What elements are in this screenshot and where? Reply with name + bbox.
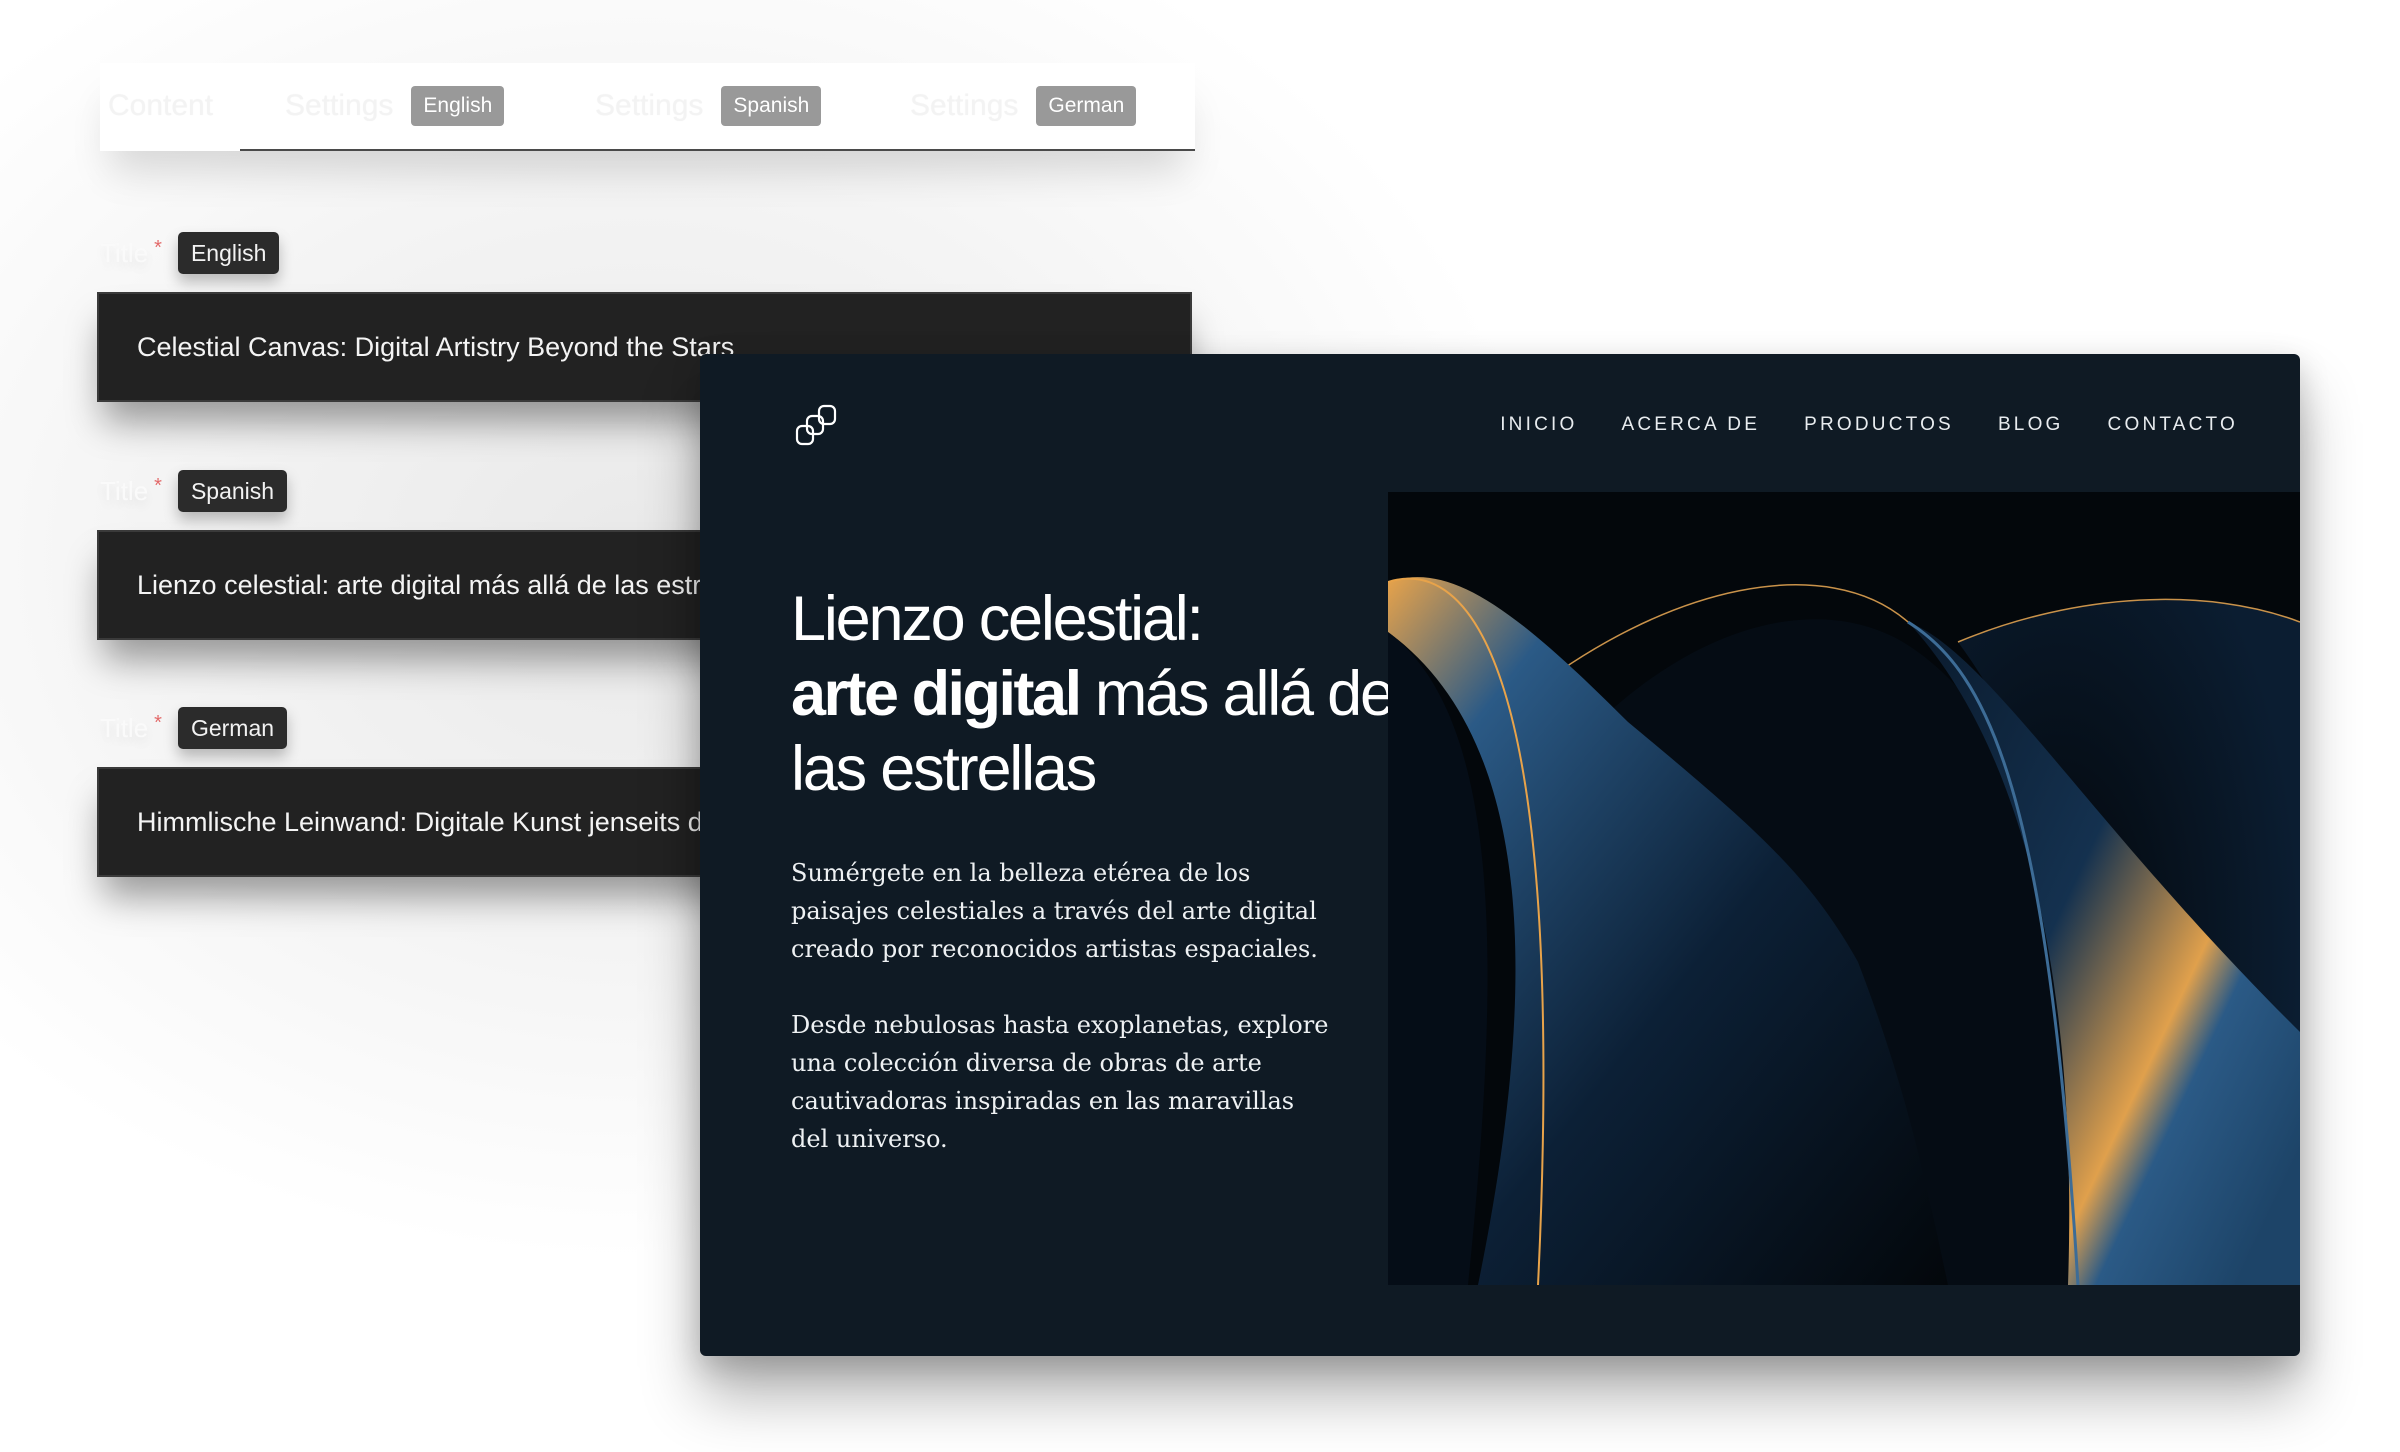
- hero-description: Sumérgete en la belleza etérea de los pa…: [791, 854, 1331, 1158]
- language-badge: Spanish: [721, 86, 822, 126]
- required-asterisk: *: [154, 711, 162, 734]
- hero-paragraph: Desde nebulosas hasta exoplanetas, explo…: [791, 1011, 1329, 1153]
- field-label-row: Title * English: [100, 232, 280, 274]
- language-badge: English: [411, 86, 505, 126]
- tab-label: Settings: [285, 89, 394, 122]
- tab-label: Content: [108, 89, 214, 122]
- field-label-row: Title * Spanish: [100, 470, 288, 512]
- required-asterisk: *: [154, 474, 162, 497]
- hero-artwork-image: [1388, 492, 2300, 1285]
- required-asterisk: *: [154, 236, 162, 259]
- tab-settings-german[interactable]: Settings German: [910, 63, 1137, 149]
- tab-label: Settings: [910, 89, 1019, 122]
- language-badge: English: [177, 232, 280, 274]
- website-preview: INICIO ACERCA DE PRODUCTOS BLOG CONTACTO…: [700, 354, 2300, 1356]
- tab-bar-divider: [240, 149, 1195, 151]
- linked-squares-logo-icon[interactable]: [795, 404, 837, 446]
- hero-title-line1: Lienzo celestial:: [791, 584, 1204, 654]
- nav-productos[interactable]: PRODUCTOS: [1804, 414, 1954, 436]
- field-label: Title: [100, 475, 149, 506]
- tab-settings-spanish[interactable]: Settings Spanish: [595, 63, 822, 149]
- nav-acerca-de[interactable]: ACERCA DE: [1621, 414, 1760, 436]
- field-label: Title: [100, 237, 149, 268]
- nav-inicio[interactable]: INICIO: [1500, 414, 1577, 436]
- tab-content[interactable]: Content: [108, 63, 213, 149]
- hero-title: Lienzo celestial: arte digital más allá d…: [791, 582, 1431, 807]
- field-label: Title: [100, 712, 149, 743]
- language-badge: German: [177, 707, 288, 749]
- language-badge: German: [1036, 86, 1137, 126]
- nav-contacto[interactable]: CONTACTO: [2108, 414, 2238, 436]
- field-label-row: Title * German: [100, 707, 288, 749]
- tab-settings-english[interactable]: Settings English: [285, 63, 505, 149]
- tab-label: Settings: [595, 89, 704, 122]
- language-badge: Spanish: [177, 470, 288, 512]
- main-nav: INICIO ACERCA DE PRODUCTOS BLOG CONTACTO: [1500, 414, 2238, 436]
- language-tab-bar: Content Settings English Settings Spanis…: [100, 63, 1195, 151]
- hero-paragraph: Sumérgete en la belleza etérea de los pa…: [791, 859, 1318, 963]
- hero-title-bold: arte digital: [791, 659, 1082, 729]
- nav-blog[interactable]: BLOG: [1998, 414, 2064, 436]
